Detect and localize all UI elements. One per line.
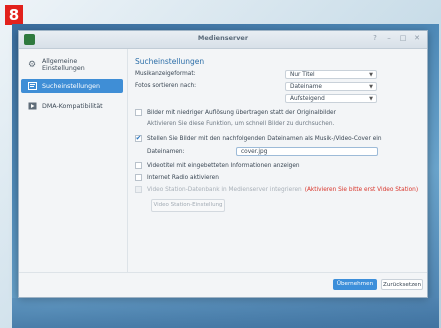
settings-content: Sucheinstellungen Musikanzeigeformat: Nu… — [135, 49, 427, 297]
low-res-checkbox[interactable] — [135, 109, 142, 116]
cover-label: Stellen Sie Bilder mit den nachfolgenden… — [147, 135, 382, 142]
sidebar-item-label-line1: Allgemeine — [42, 58, 78, 65]
apply-button[interactable]: Übernehmen — [333, 279, 377, 290]
desktop-taskbar — [12, 298, 439, 328]
media-server-window: Medienserver ? – □ ✕ ⚙ Allgemeine Einste… — [18, 30, 428, 298]
close-icon[interactable]: ✕ — [413, 34, 421, 42]
desktop: Medienserver ? – □ ✕ ⚙ Allgemeine Einste… — [12, 24, 439, 328]
cover-checkbox[interactable]: ✔ — [135, 135, 142, 142]
low-res-label: Bilder mit niedriger Auflösung übertrage… — [147, 109, 336, 116]
photo-sort-value: Dateiname — [290, 84, 322, 90]
help-icon[interactable]: ? — [371, 34, 379, 42]
sidebar: ⚙ Allgemeine Einstellungen Sucheinstellu… — [19, 49, 128, 297]
sidebar-item-label: Sucheinstellungen — [42, 82, 101, 90]
photo-sort-select[interactable]: Dateiname ▼ — [285, 82, 377, 91]
sort-order-value: Aufsteigend — [290, 96, 325, 102]
window-footer: Übernehmen Zurücksetzen — [19, 272, 427, 297]
internet-radio-option[interactable]: Internet Radio aktivieren — [135, 174, 219, 181]
photo-sort-label: Fotos sortieren nach: — [135, 83, 197, 89]
music-format-label: Musikanzeigeformat: — [135, 71, 196, 77]
sidebar-item-dma-compatibility[interactable]: DMA-Kompatibilität — [21, 99, 123, 113]
window-controls: ? – □ ✕ — [371, 34, 421, 42]
sidebar-item-label-line2: Einstellungen — [42, 65, 85, 72]
sidebar-item-search-settings[interactable]: Sucheinstellungen — [21, 79, 123, 93]
low-res-hint: Aktivieren Sie diese Funktion, um schnel… — [147, 121, 335, 127]
internet-radio-checkbox[interactable] — [135, 174, 142, 181]
filename-input[interactable]: cover.jpg — [236, 147, 378, 156]
video-thumbs-label: Videotitel mit eingebetteten Information… — [147, 162, 300, 169]
sidebar-item-general-settings[interactable]: ⚙ Allgemeine Einstellungen — [21, 55, 123, 75]
video-thumbs-checkbox[interactable] — [135, 162, 142, 169]
gear-icon: ⚙ — [27, 60, 37, 70]
window-titlebar[interactable]: Medienserver ? – □ ✕ — [19, 31, 427, 49]
filename-label: Dateinamen: — [147, 149, 185, 155]
minimize-icon[interactable]: – — [385, 34, 393, 42]
video-station-option: Video Station-Datenbank in Medienserver … — [135, 186, 418, 193]
section-title: Sucheinstellungen — [135, 57, 205, 66]
search-settings-icon — [27, 81, 37, 91]
photo-frame: 8 Medienserver ? – □ ✕ ⚙ Allgemeine Eins — [0, 0, 441, 328]
chevron-down-icon: ▼ — [369, 84, 373, 90]
dma-icon — [27, 101, 37, 111]
maximize-icon[interactable]: □ — [399, 34, 407, 42]
video-station-warning: (Aktivieren Sie bitte erst Video Station… — [304, 186, 419, 193]
sidebar-item-label: Allgemeine Einstellungen — [42, 58, 85, 72]
sort-order-select[interactable]: Aufsteigend ▼ — [285, 94, 377, 103]
sidebar-item-label: DMA-Kompatibilität — [42, 102, 103, 110]
chevron-down-icon: ▼ — [369, 72, 373, 78]
video-station-checkbox — [135, 186, 142, 193]
music-format-value: Nur Titel — [290, 72, 315, 78]
chevron-down-icon: ▼ — [369, 96, 373, 102]
window-title: Medienserver — [197, 34, 249, 42]
step-badge: 8 — [5, 5, 23, 25]
video-thumbs-option[interactable]: Videotitel mit eingebetteten Information… — [135, 162, 300, 169]
cover-option[interactable]: ✔ Stellen Sie Bilder mit den nachfolgend… — [135, 135, 382, 142]
video-station-settings-button: Video Station-Einstellung — [151, 199, 225, 212]
music-format-select[interactable]: Nur Titel ▼ — [285, 70, 377, 79]
low-res-option[interactable]: Bilder mit niedriger Auflösung übertrage… — [135, 109, 336, 116]
reset-button[interactable]: Zurücksetzen — [381, 279, 423, 290]
video-station-label: Video Station-Datenbank in Medienserver … — [147, 186, 302, 193]
internet-radio-label: Internet Radio aktivieren — [147, 174, 219, 181]
